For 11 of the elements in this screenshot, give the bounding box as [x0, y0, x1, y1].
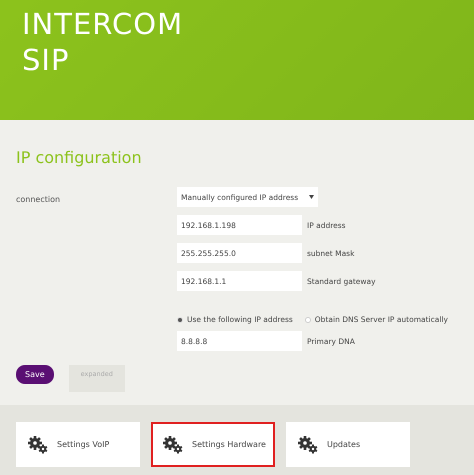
settings-card[interactable]: Settings VoIP [16, 422, 140, 467]
settings-card[interactable]: Updates [286, 422, 410, 467]
app-title: INTERCOM SIP [22, 6, 182, 78]
gears-icon [28, 436, 48, 454]
gears-icon [163, 436, 183, 454]
section-title: IP configuration [16, 148, 143, 167]
save-button[interactable]: Save [16, 365, 54, 384]
connection-label: connection [16, 195, 60, 204]
caret-icon [309, 195, 314, 199]
gears-icon [298, 436, 318, 454]
settings-card[interactable]: Settings Hardware [151, 422, 275, 467]
